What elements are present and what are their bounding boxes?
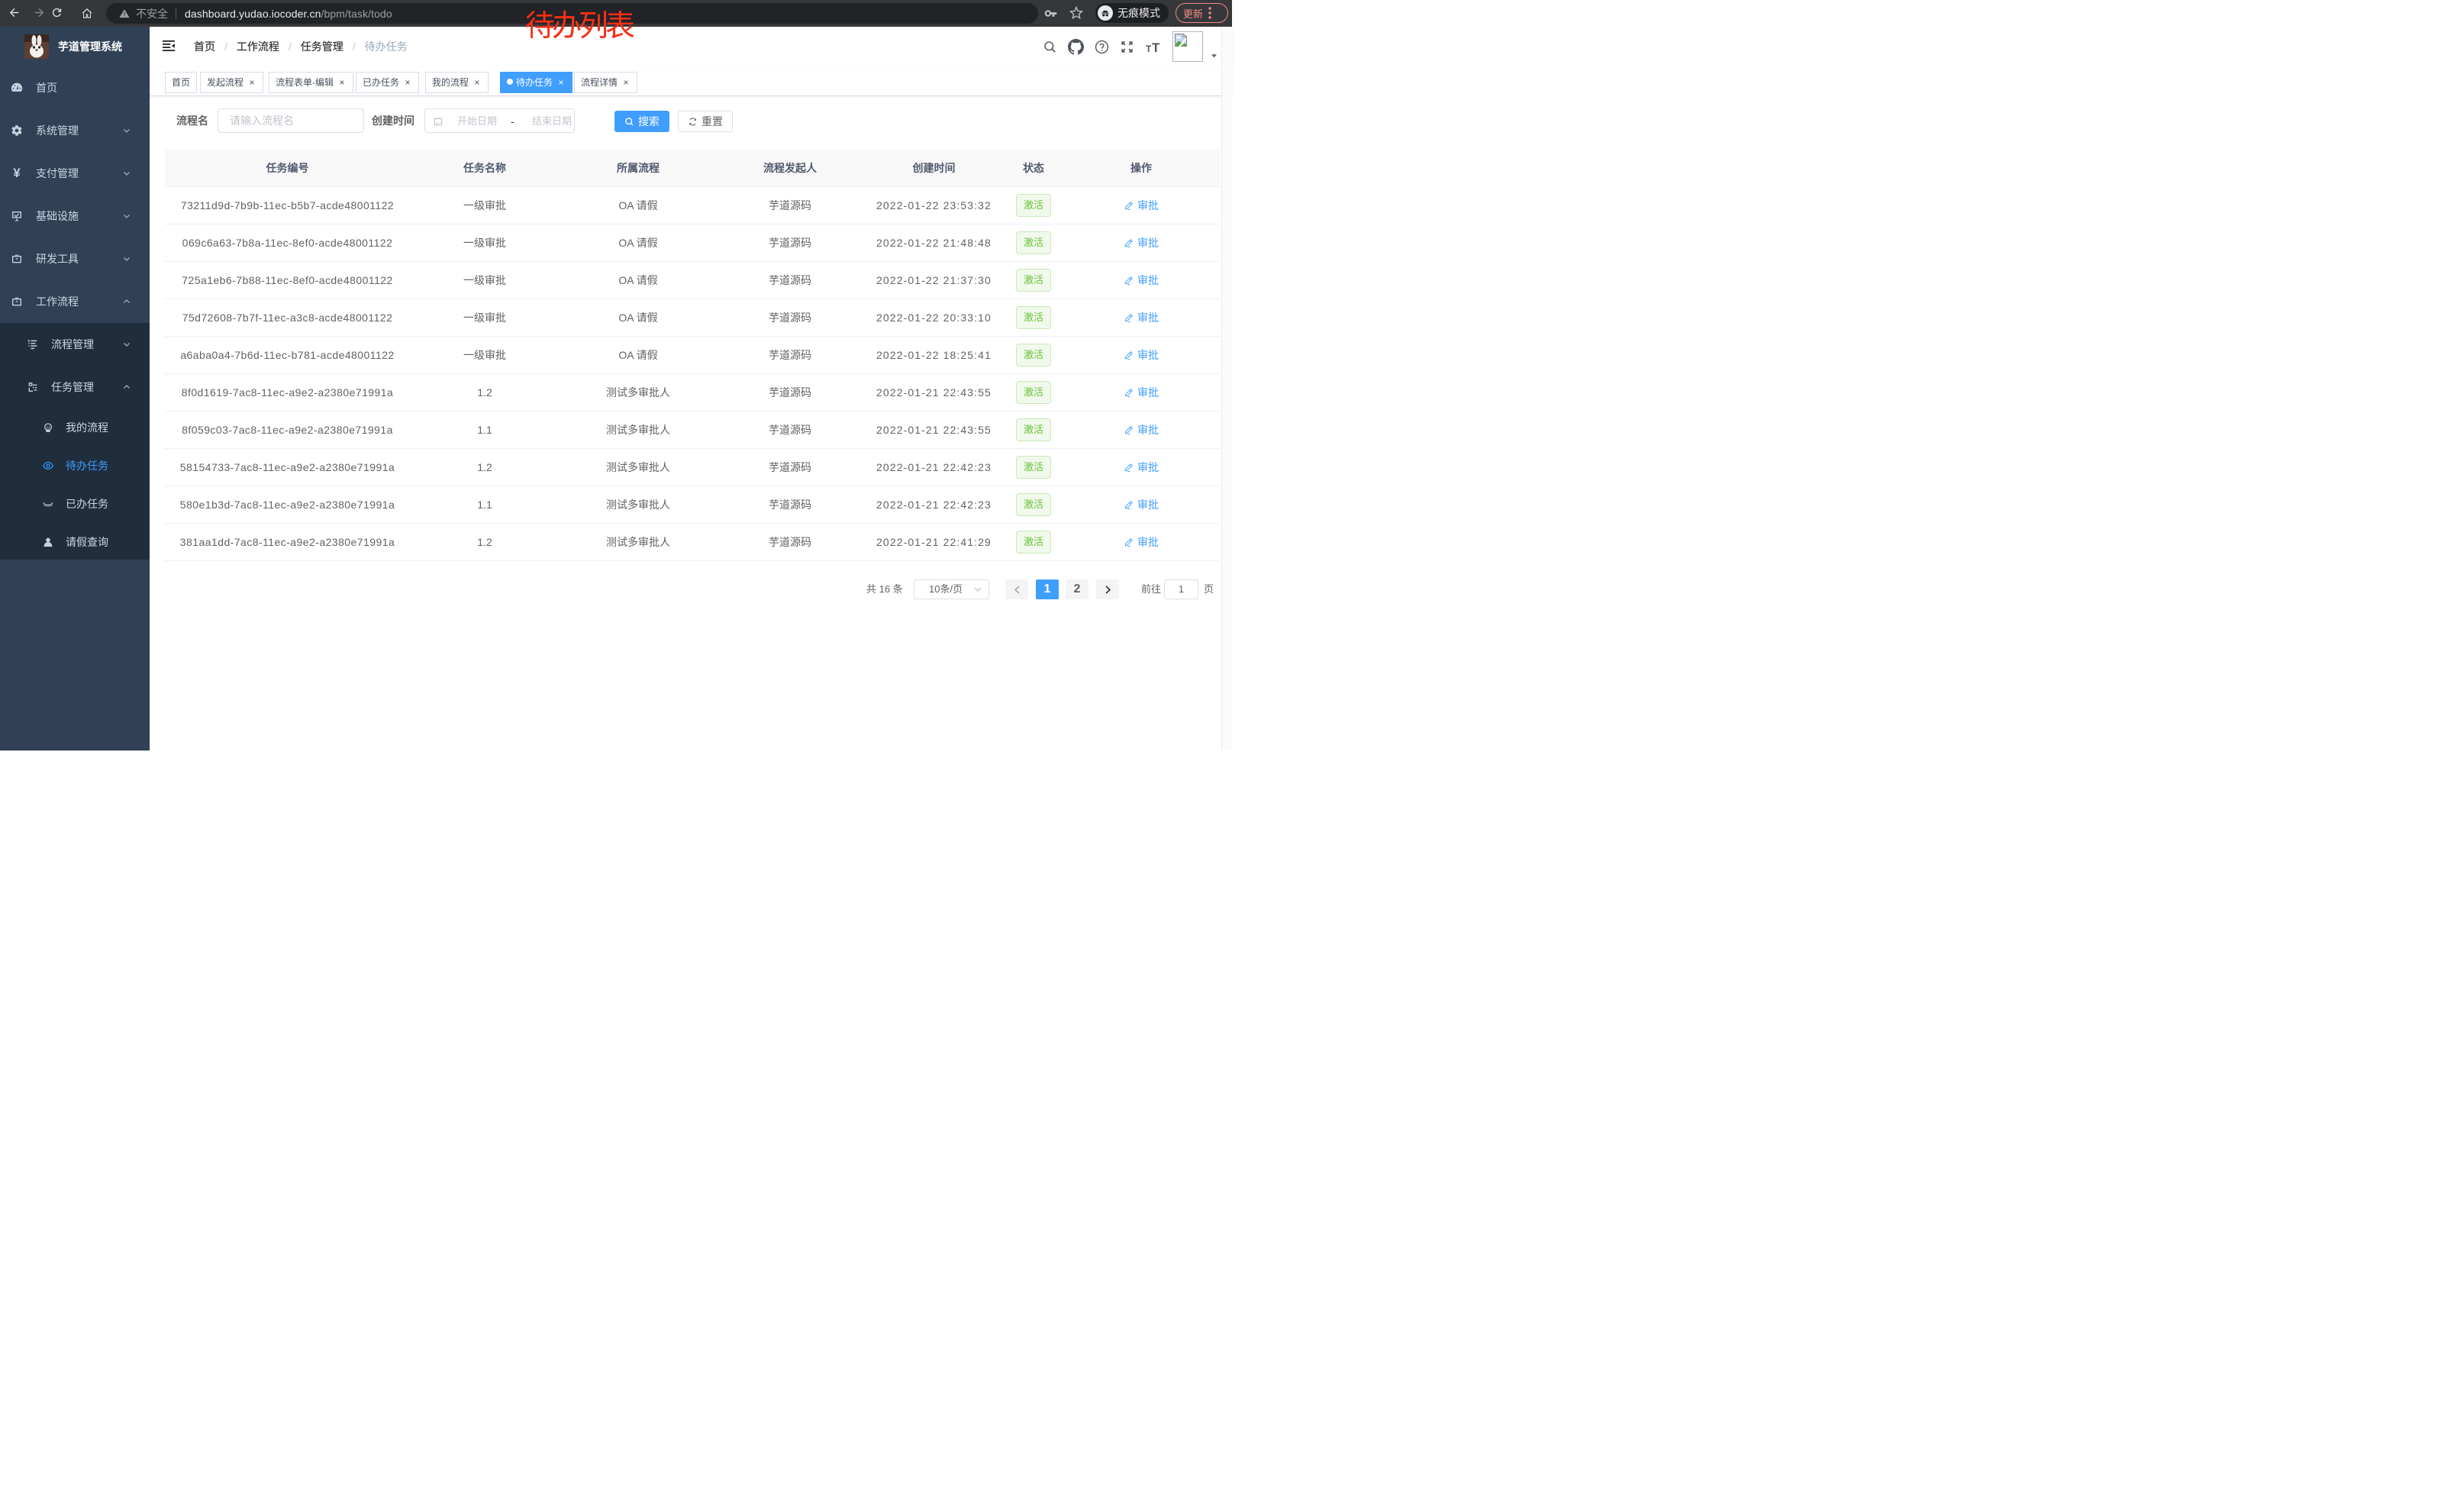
- svg-text:T: T: [1152, 41, 1160, 53]
- svg-text:T: T: [1146, 44, 1152, 53]
